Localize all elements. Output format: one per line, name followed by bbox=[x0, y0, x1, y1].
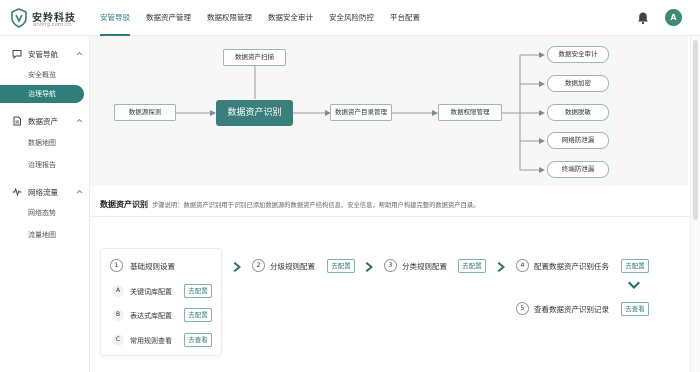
substep-b-label: 表达式库配置 bbox=[130, 312, 172, 320]
chevron-up-icon bbox=[76, 189, 83, 194]
step-1-label: 基础规则设置 bbox=[130, 262, 175, 271]
nav-tab-risk-control[interactable]: 安全风险防控 bbox=[321, 0, 382, 36]
sidebar-item-network-situation[interactable]: 网络态势 bbox=[0, 204, 84, 222]
chevron-up-icon bbox=[76, 118, 83, 123]
main-nav: 安管导驳 数据资产管理 数据权限管理 数据安全审计 安全风险防控 平台配置 bbox=[92, 0, 428, 36]
section-title: 数据资产识别 bbox=[100, 200, 148, 209]
brand-domain: anling.com.cn bbox=[33, 22, 72, 28]
classification-rules-config-button[interactable]: 去配置 bbox=[458, 259, 486, 273]
node-security-audit[interactable]: 数据安全审计 bbox=[547, 46, 609, 63]
chevron-right-icon bbox=[497, 262, 505, 272]
chevron-right-icon bbox=[365, 262, 373, 272]
node-endpoint-leak-prevention[interactable]: 终端防泄漏 bbox=[547, 161, 609, 178]
chevron-right-icon bbox=[233, 262, 241, 272]
grading-rules-config-button[interactable]: 去配置 bbox=[327, 259, 355, 273]
nav-tab-permission-management[interactable]: 数据权限管理 bbox=[199, 0, 260, 36]
node-asset-identify[interactable]: 数据资产识别 bbox=[216, 100, 293, 126]
nav-tab-guide[interactable]: 安管导驳 bbox=[92, 0, 138, 36]
shield-logo-icon bbox=[11, 8, 27, 28]
document-icon bbox=[13, 116, 21, 126]
pulse-icon bbox=[12, 187, 22, 197]
step-3-number: 3 bbox=[384, 259, 397, 272]
sidebar-group-network-traffic[interactable]: 网络流量 bbox=[0, 182, 90, 202]
sidebar-group-guide[interactable]: 安管导航 bbox=[0, 44, 90, 64]
node-asset-scan[interactable]: 数据资产扫描 bbox=[223, 49, 286, 66]
sidebar: 安管导航 安全概览 治理导航 数据资产 数据地图 治理报告 网络流量 网络态势 … bbox=[0, 36, 90, 372]
substep-c-badge: C bbox=[112, 334, 124, 346]
step-1-number: 1 bbox=[110, 259, 123, 272]
node-data-encryption[interactable]: 数据加密 bbox=[547, 75, 609, 92]
sidebar-item-governance-report[interactable]: 治理报告 bbox=[0, 156, 84, 174]
sidebar-item-governance-guide[interactable]: 治理导航 bbox=[0, 85, 84, 103]
sidebar-item-data-map[interactable]: 数据地图 bbox=[0, 134, 84, 152]
sidebar-item-traffic-map[interactable]: 流量地图 bbox=[0, 226, 84, 244]
sidebar-item-security-overview[interactable]: 安全概览 bbox=[0, 66, 84, 84]
node-source-probe[interactable]: 数据源探测 bbox=[114, 104, 176, 121]
step-5-label: 查看数据资产识别记录 bbox=[534, 305, 609, 314]
bell-icon[interactable] bbox=[636, 11, 650, 25]
step-5-number: 5 bbox=[516, 302, 529, 315]
message-icon bbox=[12, 50, 22, 59]
section-divider bbox=[90, 216, 690, 217]
sidebar-group-data-assets[interactable]: 数据资产 bbox=[0, 111, 90, 131]
identify-records-view-button[interactable]: 去查看 bbox=[621, 302, 649, 316]
section-description: 步骤说明：数据资产识别用于识别已添加数据源的数据资产结构信息、安全信息，帮助用户… bbox=[152, 202, 480, 209]
step-4-number: 4 bbox=[516, 259, 529, 272]
node-permission-management[interactable]: 数据权限管理 bbox=[438, 104, 502, 121]
sidebar-group-label: 网络流量 bbox=[28, 188, 58, 197]
substep-c-label: 常用规则查看 bbox=[130, 337, 172, 345]
substep-b-badge: B bbox=[112, 309, 124, 321]
brand-logo[interactable]: 安羚科技 anling.com.cn bbox=[8, 6, 88, 32]
sidebar-group-label: 安管导航 bbox=[28, 50, 58, 59]
chevron-down-icon bbox=[628, 281, 640, 289]
top-bar: 安羚科技 anling.com.cn 安管导驳 数据资产管理 数据权限管理 数据… bbox=[0, 0, 700, 36]
substep-a-badge: A bbox=[112, 285, 124, 297]
user-avatar[interactable]: A bbox=[665, 9, 682, 26]
node-data-desensitization[interactable]: 数据脱敏 bbox=[547, 104, 609, 121]
step-3-label: 分类规则配置 bbox=[402, 262, 447, 271]
node-network-leak-prevention[interactable]: 网络防泄漏 bbox=[547, 132, 609, 149]
node-catalog-management[interactable]: 数据资产目录管理 bbox=[330, 104, 392, 121]
common-rules-view-button[interactable]: 去查看 bbox=[184, 333, 212, 347]
vertical-scrollbar[interactable] bbox=[690, 36, 700, 372]
step-4-label: 配置数据资产识别任务 bbox=[534, 262, 609, 271]
substep-a-label: 关键词库配置 bbox=[130, 288, 172, 296]
expression-library-config-button[interactable]: 去配置 bbox=[184, 308, 212, 322]
step-2-label: 分级规则配置 bbox=[270, 262, 315, 271]
step-2-number: 2 bbox=[252, 259, 265, 272]
identify-task-config-button[interactable]: 去配置 bbox=[621, 259, 649, 273]
sidebar-group-label: 数据资产 bbox=[28, 117, 58, 126]
scrollbar-thumb[interactable] bbox=[693, 40, 698, 220]
nav-tab-security-audit[interactable]: 数据安全审计 bbox=[260, 0, 321, 36]
flow-diagram: 数据源探测 数据资产识别 数据资产扫描 数据资产目录管理 数据权限管理 数据安全… bbox=[90, 36, 688, 186]
keyword-library-config-button[interactable]: 去配置 bbox=[184, 284, 212, 298]
chevron-up-icon bbox=[76, 51, 83, 56]
nav-tab-platform-config[interactable]: 平台配置 bbox=[382, 0, 428, 36]
nav-tab-asset-management[interactable]: 数据资产管理 bbox=[138, 0, 199, 36]
